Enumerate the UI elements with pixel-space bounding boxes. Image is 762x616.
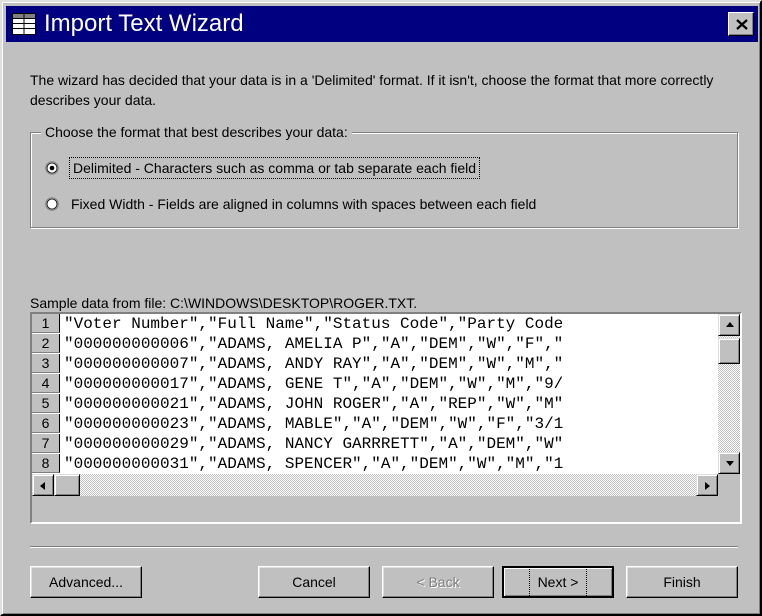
horizontal-scrollbar[interactable] xyxy=(32,474,718,496)
radio-fixed-width-label[interactable]: Fixed Width - Fields are aligned in colu… xyxy=(71,195,536,213)
sample-data-preview[interactable]: 1 "Voter Number","Full Name","Status Cod… xyxy=(30,312,742,524)
row-number: 5 xyxy=(32,394,60,413)
next-button[interactable]: Next > xyxy=(502,566,614,598)
row-text: "000000000017","ADAMS, GENE T","A","DEM"… xyxy=(64,375,564,393)
row-number: 7 xyxy=(32,434,60,453)
import-text-wizard-window: Import Text Wizard The wizard has decide… xyxy=(0,0,762,616)
window-title: Import Text Wizard xyxy=(44,10,244,37)
format-groupbox: Choose the format that best describes yo… xyxy=(30,123,738,228)
finish-button-label: Finish xyxy=(663,574,701,590)
table-row: 1 "Voter Number","Full Name","Status Cod… xyxy=(32,314,718,334)
table-row: 3 "000000000007","ADAMS, ANDY RAY","A","… xyxy=(32,354,718,374)
separator-line xyxy=(30,546,738,548)
table-row: 7 "000000000029","ADAMS, NANCY GARRRETT"… xyxy=(32,434,718,454)
table-row: 4 "000000000017","ADAMS, GENE T","A","DE… xyxy=(32,374,718,394)
radio-unselected-icon[interactable] xyxy=(45,197,59,211)
row-number: 4 xyxy=(32,374,60,393)
scroll-left-button[interactable] xyxy=(32,474,54,496)
cancel-button-label: Cancel xyxy=(292,574,336,590)
advanced-button-label: Advanced... xyxy=(49,574,123,590)
arrow-right-icon xyxy=(705,482,710,490)
intro-text: The wizard has decided that your data is… xyxy=(30,72,714,108)
row-text: "000000000023","ADAMS, MABLE","A","DEM",… xyxy=(64,415,564,433)
row-text: "000000000006","ADAMS, AMELIA P","A","DE… xyxy=(64,335,564,353)
sample-data-label: Sample data from file: C:\WINDOWS\DESKTO… xyxy=(30,295,418,311)
row-number: 2 xyxy=(32,334,60,353)
row-text: "000000000031","ADAMS, SPENCER","A","DEM… xyxy=(64,455,564,473)
row-number: 6 xyxy=(32,414,60,433)
table-row: 2 "000000000006","ADAMS, AMELIA P","A","… xyxy=(32,334,718,354)
scrollbar-corner xyxy=(718,474,740,496)
arrow-up-icon xyxy=(726,322,734,327)
horizontal-scroll-thumb[interactable] xyxy=(54,474,80,496)
row-number: 8 xyxy=(32,454,60,473)
row-text: "000000000029","ADAMS, NANCY GARRRETT","… xyxy=(64,435,564,453)
advanced-button[interactable]: Advanced... xyxy=(30,566,142,598)
scroll-up-button[interactable] xyxy=(718,314,740,336)
sample-rows: 1 "Voter Number","Full Name","Status Cod… xyxy=(32,314,718,474)
radio-selected-icon[interactable] xyxy=(45,161,59,175)
arrow-left-icon xyxy=(40,482,45,490)
format-group-legend: Choose the format that best describes yo… xyxy=(41,123,352,141)
table-row: 6 "000000000023","ADAMS, MABLE","A","DEM… xyxy=(32,414,718,434)
table-row: 8 "000000000031","ADAMS, SPENCER","A","D… xyxy=(32,454,718,474)
cancel-button[interactable]: Cancel xyxy=(258,566,370,598)
back-button[interactable]: < Back xyxy=(382,566,494,598)
row-text: "000000000007","ADAMS, ANDY RAY","A","DE… xyxy=(64,355,564,373)
preview-bottom-strip xyxy=(32,496,740,522)
row-number: 3 xyxy=(32,354,60,373)
next-button-label: Next > xyxy=(528,566,588,598)
finish-button[interactable]: Finish xyxy=(626,566,738,598)
back-button-label: < Back xyxy=(416,574,460,590)
row-text: "000000000021","ADAMS, JOHN ROGER","A","… xyxy=(64,395,564,413)
radio-delimited-label[interactable]: Delimited - Characters such as comma or … xyxy=(68,157,481,179)
table-grid-icon xyxy=(12,13,36,35)
table-row: 5 "000000000021","ADAMS, JOHN ROGER","A"… xyxy=(32,394,718,414)
close-icon xyxy=(736,19,748,30)
title-bar[interactable]: Import Text Wizard xyxy=(6,6,758,42)
vertical-scrollbar[interactable] xyxy=(718,314,740,474)
row-number: 1 xyxy=(32,314,60,333)
close-button[interactable] xyxy=(728,12,754,36)
scroll-right-button[interactable] xyxy=(696,474,718,496)
row-text: "Voter Number","Full Name","Status Code"… xyxy=(64,315,564,333)
arrow-down-icon xyxy=(726,461,734,466)
vertical-scroll-thumb[interactable] xyxy=(718,338,740,364)
scroll-down-button[interactable] xyxy=(718,452,740,474)
